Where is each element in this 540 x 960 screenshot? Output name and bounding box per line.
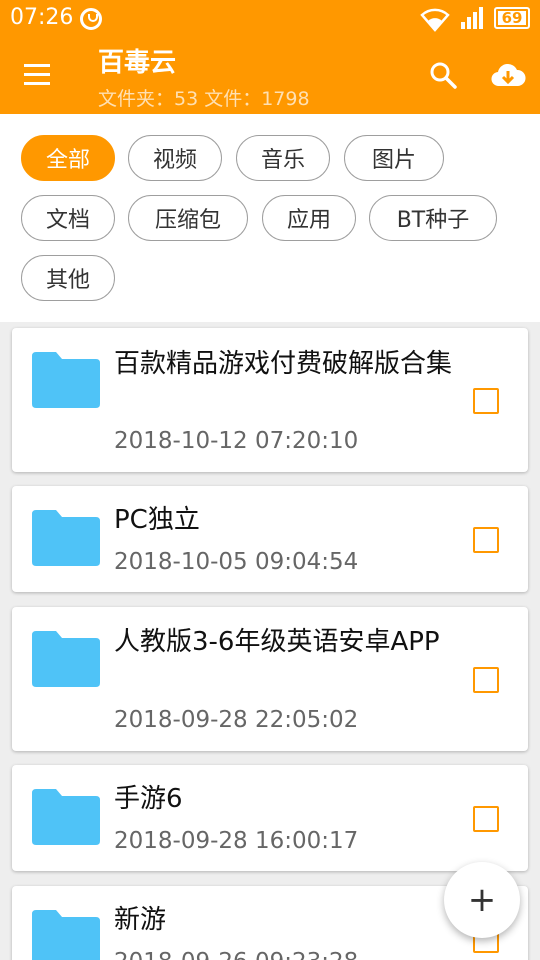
filter-chip-video[interactable]: 视频 [128, 135, 222, 181]
list-item[interactable]: 手游6 2018-09-28 16:00:17 [12, 765, 528, 871]
filter-chip-bt-torrent[interactable]: BT种子 [369, 195, 497, 241]
folder-icon [32, 352, 100, 408]
filter-chip-music[interactable]: 音乐 [236, 135, 330, 181]
select-checkbox[interactable] [473, 667, 499, 693]
folder-icon [32, 910, 100, 960]
search-icon[interactable] [428, 60, 458, 90]
folder-file-count: 文件夹：53 文件：1798 [98, 88, 310, 110]
file-date: 2018-09-26 09:23:28 [114, 949, 358, 960]
filter-chip-documents[interactable]: 文档 [21, 195, 115, 241]
filter-chip-archives[interactable]: 压缩包 [128, 195, 248, 241]
filter-chip-all[interactable]: 全部 [21, 135, 115, 181]
filter-chip-other[interactable]: 其他 [21, 255, 115, 301]
status-bar: 07:26 69 [0, 0, 540, 36]
file-name: 新游 [114, 905, 167, 935]
select-checkbox[interactable] [473, 806, 499, 832]
signal-icon [461, 7, 483, 29]
menu-icon[interactable] [24, 64, 52, 86]
list-item[interactable]: 百款精品游戏付费破解版合集 2018-10-12 07:20:10 [12, 328, 528, 472]
file-name: PC独立 [114, 505, 200, 535]
folder-icon [32, 789, 100, 845]
battery-level: 69 [501, 9, 523, 27]
list-item[interactable]: PC独立 2018-10-05 09:04:54 [12, 486, 528, 592]
list-item[interactable]: 人教版3-6年级英语安卓APP 2018-09-28 22:05:02 [12, 607, 528, 751]
file-date: 2018-09-28 22:05:02 [114, 707, 359, 733]
file-name: 人教版3-6年级英语安卓APP [114, 627, 440, 657]
file-date: 2018-10-05 09:04:54 [114, 549, 359, 575]
filter-chip-apps[interactable]: 应用 [262, 195, 356, 241]
select-checkbox[interactable] [473, 527, 499, 553]
app-toolbar: 百毒云 文件夹：53 文件：1798 [0, 36, 540, 114]
folder-icon [32, 631, 100, 687]
wifi-icon [420, 8, 450, 32]
filter-chip-images[interactable]: 图片 [344, 135, 444, 181]
file-name: 百款精品游戏付费破解版合集 [114, 349, 453, 379]
app-notification-icon [80, 8, 102, 30]
select-checkbox[interactable] [473, 388, 499, 414]
category-filters: 全部 视频 音乐 图片 文档 压缩包 应用 BT种子 其他 [0, 114, 540, 322]
add-button[interactable]: + [444, 862, 520, 938]
app-title: 百毒云 [98, 48, 177, 78]
cloud-download-icon[interactable] [490, 60, 526, 90]
folder-icon [32, 510, 100, 566]
battery-icon: 69 [494, 7, 530, 29]
file-date: 2018-09-28 16:00:17 [114, 828, 359, 854]
file-name: 手游6 [114, 784, 183, 814]
file-date: 2018-10-12 07:20:10 [114, 428, 359, 454]
status-time: 07:26 [10, 5, 74, 30]
